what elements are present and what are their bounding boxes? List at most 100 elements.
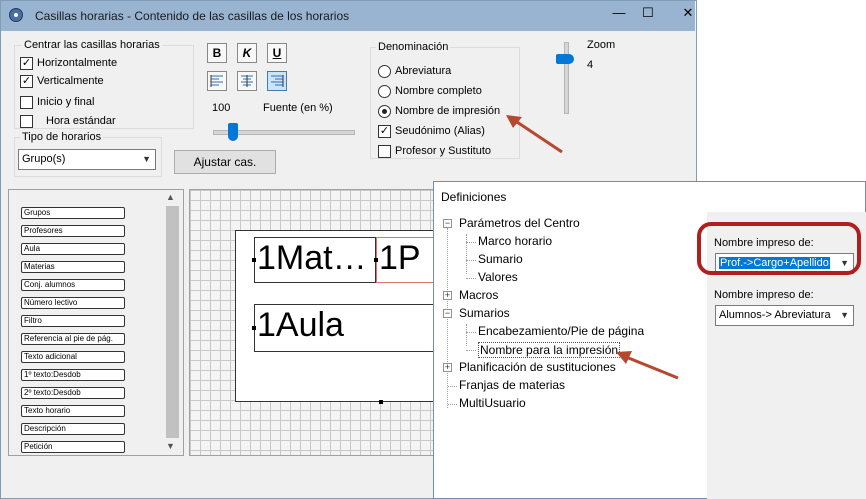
field-item[interactable]: Filtro [21,315,125,327]
annotation-arrow-icon [616,351,679,380]
tree-guide-line [466,234,467,274]
timetable-type-value: Grupo(s) [22,153,66,165]
underline-button[interactable]: U [267,43,287,63]
tree-guide-line [466,260,476,261]
standard-time-label: Hora estándar [46,115,116,127]
resize-handle[interactable] [252,258,256,262]
tree-item[interactable]: Planificación de sustituciones [459,360,616,374]
zoom-label: Zoom [587,39,616,51]
print-name-label: Nombre de impresión [395,105,501,117]
teacher-substitute-checkbox[interactable] [378,145,391,158]
scroll-up-icon[interactable]: ▲ [166,192,175,202]
field-item[interactable]: Aula [21,243,125,255]
field-item[interactable]: Materias [21,261,125,273]
field-item[interactable]: Referencia al pie de pág. [21,333,125,345]
tree-item[interactable]: Franjas de materias [459,378,565,392]
fields-scroll-thumb[interactable] [166,206,179,438]
resize-handle[interactable] [379,400,383,404]
field-item[interactable]: 2º texto:Desdob [21,387,125,399]
bold-button[interactable]: B [207,43,227,63]
field-item[interactable]: Profesores [21,225,125,237]
tree-guide-line [466,350,476,351]
preview-room-field[interactable]: 1Aula [254,304,449,352]
tree-guide-line [466,324,467,346]
align-right-icon [271,75,284,87]
annotation-highlight-ring [697,222,861,275]
full-name-label: Nombre completo [395,85,482,97]
italic-button[interactable]: K [237,43,257,63]
align-center-button[interactable] [237,71,257,91]
standard-time-checkbox[interactable] [20,115,33,128]
tree-guide-line [447,228,448,408]
start-end-checkbox[interactable] [20,96,33,109]
tree-guide-line [448,404,457,405]
tree-item[interactable]: MultiUsuario [459,396,526,410]
tree-item[interactable]: Macros [459,288,498,302]
tree-guide-line [466,242,476,243]
field-item[interactable]: Grupos [21,207,125,219]
font-size-value: 100 [212,102,231,114]
chevron-down-icon: ▼ [142,154,151,164]
resize-handle[interactable] [374,258,378,262]
field-item[interactable]: Conj. alumnos [21,279,125,291]
collapse-icon[interactable]: − [443,309,452,318]
field-item[interactable]: Texto horario [21,405,125,417]
font-size-slider-thumb[interactable] [228,123,238,141]
field-item[interactable]: 1º texto:Desdob [21,369,125,381]
timetable-type-select[interactable]: Grupo(s) ▼ [18,149,156,170]
print-name-label-2: Nombre impreso de: [714,289,814,301]
app-icon [9,8,23,22]
tree-item[interactable]: Encabezamiento/Pie de página [478,324,644,338]
vertical-checkbox[interactable]: ✓ [20,75,33,88]
close-button[interactable]: ✕ [665,4,711,24]
field-item[interactable]: Número lectivo [21,297,125,309]
zoom-slider-track[interactable] [564,42,569,114]
pseudonym-checkbox[interactable]: ✓ [378,125,391,138]
full-name-radio[interactable] [378,85,391,98]
align-right-button[interactable] [267,71,287,91]
denomination-label: Denominación [376,41,451,53]
expand-icon[interactable]: + [443,363,452,372]
preview-subject-field[interactable]: 1Mat… [254,237,376,283]
field-item[interactable]: Descripción [21,423,125,435]
tree-guide-line [466,332,476,333]
vertical-label: Verticalmente [37,75,104,87]
align-left-button[interactable] [207,71,227,91]
collapse-icon[interactable]: − [443,219,452,228]
align-center-icon [241,75,253,87]
abbreviation-radio[interactable] [378,65,391,78]
zoom-value: 4 [587,59,594,71]
print-name-radio[interactable] [378,105,391,118]
chevron-down-icon: ▼ [840,310,849,320]
align-left-icon [210,75,223,87]
horizontal-label: Horizontalmente [37,57,118,69]
field-item[interactable]: Petición [21,441,125,453]
tree-item[interactable]: Nombre para la impresión [478,342,621,358]
tree-item[interactable]: Marco horario [478,234,552,248]
scroll-down-icon[interactable]: ▼ [166,441,175,451]
print-name-value-2: Alumnos-> Abreviatura [719,309,831,321]
timetable-type-label: Tipo de horarios [20,131,104,143]
tree-item[interactable]: Valores [478,270,518,284]
font-size-label: Fuente (en %) [263,102,333,114]
abbreviation-label: Abreviatura [395,65,452,77]
adjust-cells-button[interactable]: Ajustar cas. [174,150,276,174]
tree-guide-line [466,278,476,279]
alignment-group-label: Centrar las casillas horarias [22,39,162,51]
tree-guide-line [448,386,457,387]
window-title: Casillas horarias - Contenido de las cas… [35,9,350,23]
tree-item[interactable]: Sumario [478,252,523,266]
resize-handle[interactable] [252,326,256,330]
horizontal-checkbox[interactable]: ✓ [20,57,33,70]
definitions-title: Definiciones [441,190,507,204]
denomination-group [370,47,520,159]
tree-item[interactable]: Sumarios [459,306,510,320]
expand-icon[interactable]: + [443,291,452,300]
field-item[interactable]: Texto adicional [21,351,125,363]
tree-item[interactable]: Parámetros del Centro [459,216,580,230]
print-name-select-2[interactable]: Alumnos-> Abreviatura ▼ [715,305,854,326]
annotation-arrow-icon [506,115,563,154]
pseudonym-label: Seudónimo (Alias) [395,125,485,137]
zoom-slider-thumb[interactable] [556,54,574,64]
start-end-label: Inicio y final [37,96,95,108]
